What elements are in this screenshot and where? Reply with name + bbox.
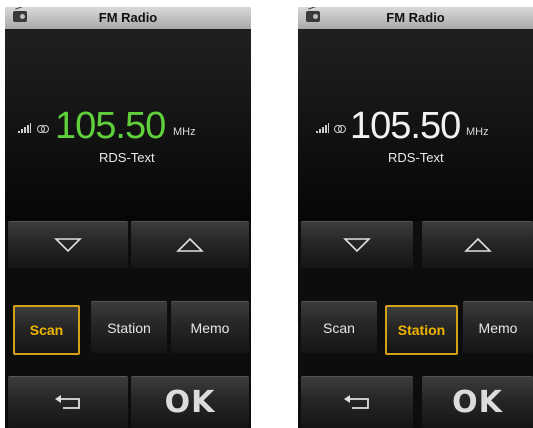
back-button[interactable]: [8, 376, 128, 428]
arrow-up-icon: [176, 237, 204, 252]
stereo-icon: [37, 125, 49, 133]
signal-strength-icon: [18, 123, 34, 133]
back-icon: [55, 394, 80, 409]
app-title: FM Radio: [386, 10, 445, 25]
scan-button[interactable]: Scan: [301, 301, 377, 353]
ok-label: OK: [164, 385, 216, 420]
rds-text: RDS-Text: [99, 150, 155, 165]
memo-label: Memo: [190, 319, 230, 336]
frequency-display: 105.50 MHz RDS-Text: [5, 29, 251, 221]
memo-button[interactable]: Memo: [171, 301, 249, 353]
rds-text: RDS-Text: [388, 150, 444, 165]
app-title: FM Radio: [98, 10, 158, 25]
scan-label: Scan: [323, 319, 355, 336]
station-button[interactable]: Station: [385, 305, 458, 355]
title-bar: FM Radio: [5, 7, 251, 29]
fm-radio-screen-right: FM Radio 105.50 MHz RDS-Text Scan Statio…: [298, 7, 533, 428]
frequency-unit: MHz: [173, 126, 196, 138]
station-label: Station: [397, 322, 446, 338]
back-icon: [344, 394, 369, 409]
signal-strength-icon: [316, 123, 332, 133]
scan-button[interactable]: Scan: [13, 305, 80, 355]
station-label: Station: [107, 319, 151, 336]
memo-label: Memo: [478, 319, 518, 336]
frequency-value: 105.50: [55, 105, 166, 147]
ok-button[interactable]: OK: [131, 376, 249, 428]
title-bar: FM Radio: [298, 7, 533, 29]
ok-label: OK: [452, 385, 503, 420]
stereo-icon: [334, 125, 346, 133]
ok-button[interactable]: OK: [422, 376, 533, 428]
tune-up-button[interactable]: [131, 221, 249, 268]
frequency-display: 105.50 MHz RDS-Text: [298, 29, 533, 221]
memo-button[interactable]: Memo: [463, 301, 533, 353]
arrow-down-icon: [343, 238, 371, 253]
frequency-unit: MHz: [466, 126, 489, 138]
arrow-down-icon: [54, 238, 82, 253]
tune-down-button[interactable]: [8, 221, 128, 268]
tune-up-button[interactable]: [422, 221, 533, 268]
arrow-up-icon: [463, 237, 492, 252]
tune-down-button[interactable]: [301, 221, 413, 268]
back-button[interactable]: [301, 376, 413, 428]
fm-radio-screen-left: FM Radio 105.50 MHz RDS-Text Scan Statio…: [5, 7, 251, 428]
scan-label: Scan: [29, 322, 64, 338]
station-button[interactable]: Station: [91, 301, 167, 353]
frequency-value: 105.50: [350, 105, 461, 147]
